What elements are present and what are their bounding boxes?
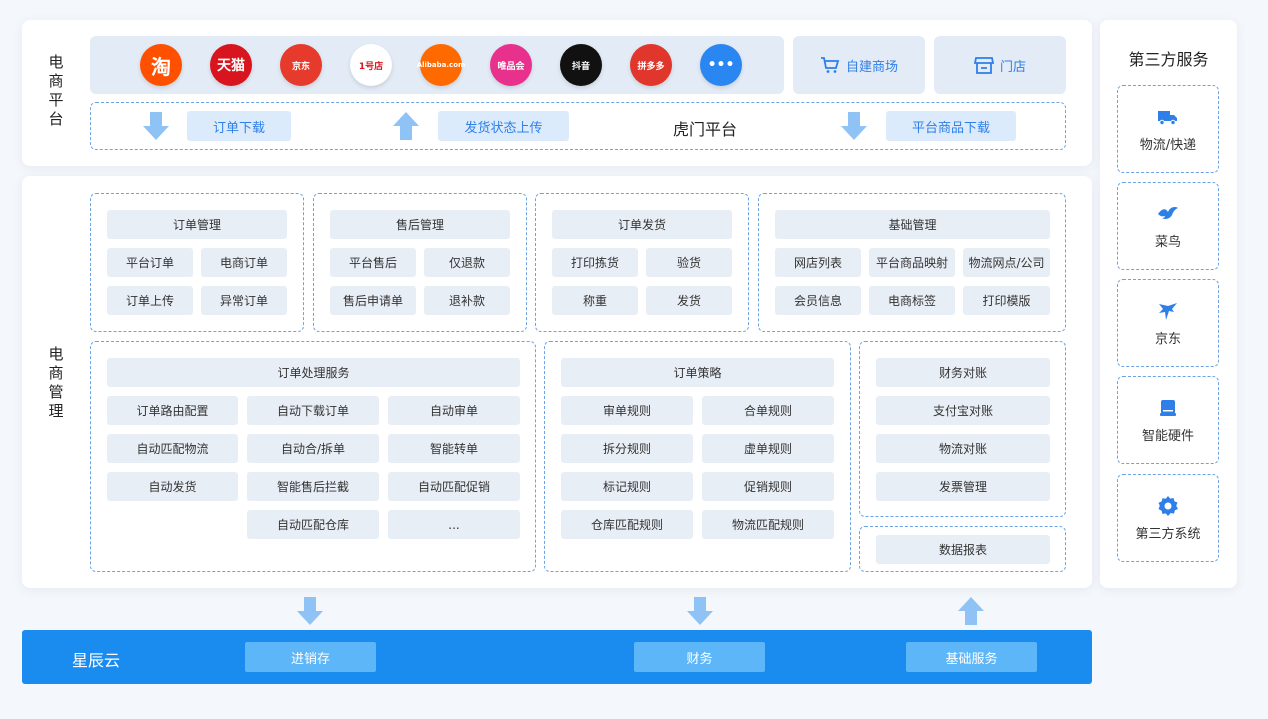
order-ship-title: 订单发货 <box>552 210 732 239</box>
smart-intercept-item[interactable]: 智能售后拦截 <box>247 472 379 501</box>
auto-merge-split-item[interactable]: 自动合/拆单 <box>247 434 379 463</box>
logistics-rule-item[interactable]: 物流匹配规则 <box>702 510 834 539</box>
auto-review-item[interactable]: 自动审单 <box>388 396 520 425</box>
management-label: 电商管理 <box>48 345 64 420</box>
platform-logos-bar: 淘 天猫 京东 1号店 Alibaba.com 唯品会 抖音 拼多多 ••• <box>90 36 784 94</box>
yhd-logo-icon[interactable]: 1号店 <box>350 44 392 86</box>
down-arrow-icon <box>841 112 867 140</box>
cainiao-card[interactable]: 菜鸟 <box>1117 182 1219 270</box>
after-sale-title: 售后管理 <box>330 210 510 239</box>
smart-transfer-item[interactable]: 智能转单 <box>388 434 520 463</box>
basic-service-button[interactable]: 基础服务 <box>906 642 1037 672</box>
xingchen-cloud-title: 星辰云 <box>72 651 121 670</box>
exception-order-item[interactable]: 异常订单 <box>201 286 287 315</box>
logistics-card[interactable]: 物流/快递 <box>1117 85 1219 173</box>
auto-download-item[interactable]: 自动下载订单 <box>247 396 379 425</box>
jd-logo-icon[interactable]: 京东 <box>280 44 322 86</box>
print-template-item[interactable]: 打印模版 <box>963 286 1050 315</box>
more-item[interactable]: ... <box>388 510 520 539</box>
douyin-logo-icon[interactable]: 抖音 <box>560 44 602 86</box>
auto-match-warehouse-item[interactable]: 自动匹配仓库 <box>247 510 379 539</box>
hardware-card[interactable]: 智能硬件 <box>1117 376 1219 464</box>
goods-mapping-item[interactable]: 平台商品映射 <box>869 248 955 277</box>
order-strategy-title: 订单策略 <box>561 358 834 387</box>
promo-rule-item[interactable]: 促销规则 <box>702 472 834 501</box>
taobao-logo-icon[interactable]: 淘 <box>140 44 182 86</box>
finance-button[interactable]: 财务 <box>634 642 765 672</box>
order-mgmt-title: 订单管理 <box>107 210 287 239</box>
order-download-button[interactable]: 订单下载 <box>187 111 291 141</box>
merge-rule-item[interactable]: 合单规则 <box>702 396 834 425</box>
invoice-mgmt-item[interactable]: 发票管理 <box>876 472 1050 501</box>
inspect-item[interactable]: 验货 <box>646 248 732 277</box>
store-icon <box>973 57 994 74</box>
auto-match-promo-item[interactable]: 自动匹配促销 <box>388 472 520 501</box>
ship-item[interactable]: 发货 <box>646 286 732 315</box>
inventory-button[interactable]: 进销存 <box>245 642 376 672</box>
after-sale-request-item[interactable]: 售后申请单 <box>330 286 416 315</box>
down-arrow-icon <box>143 112 169 140</box>
ecommerce-order-item[interactable]: 电商订单 <box>201 248 287 277</box>
ship-status-upload-button[interactable]: 发货状态上传 <box>438 111 569 141</box>
logistics-company-item[interactable]: 物流网点/公司 <box>963 248 1050 277</box>
up-arrow-icon <box>393 112 419 140</box>
review-rule-item[interactable]: 审单规则 <box>561 396 693 425</box>
down-arrow-icon <box>687 597 713 625</box>
hardware-device-icon <box>1157 397 1179 419</box>
platform-order-item[interactable]: 平台订单 <box>107 248 193 277</box>
warehouse-rule-item[interactable]: 仓库匹配规则 <box>561 510 693 539</box>
order-process-title: 订单处理服务 <box>107 358 520 387</box>
jd-dog-icon <box>1157 300 1179 322</box>
alibaba-logo-icon[interactable]: Alibaba.com <box>417 44 465 86</box>
store-button[interactable]: 门店 <box>934 36 1066 94</box>
refund-only-item[interactable]: 仅退款 <box>424 248 510 277</box>
tag-rule-item[interactable]: 标记规则 <box>561 472 693 501</box>
tmall-logo-icon[interactable]: 天猫 <box>210 44 252 86</box>
more-icon[interactable]: ••• <box>700 44 742 86</box>
order-upload-item[interactable]: 订单上传 <box>107 286 193 315</box>
refund-supplement-item[interactable]: 退补款 <box>424 286 510 315</box>
basic-mgmt-title: 基础管理 <box>775 210 1050 239</box>
shop-list-item[interactable]: 网店列表 <box>775 248 861 277</box>
data-report-item[interactable]: 数据报表 <box>876 535 1050 564</box>
virtual-rule-item[interactable]: 虚单规则 <box>702 434 834 463</box>
cart-icon <box>820 57 840 73</box>
third-party-title: 第三方服务 <box>1128 50 1209 69</box>
up-arrow-icon <box>958 597 984 625</box>
alipay-recon-item[interactable]: 支付宝对账 <box>876 396 1050 425</box>
vip-logo-icon[interactable]: 唯品会 <box>490 44 532 86</box>
third-system-card[interactable]: 第三方系统 <box>1117 474 1219 562</box>
truck-icon <box>1157 106 1179 128</box>
pinduoduo-logo-icon[interactable]: 拼多多 <box>630 44 672 86</box>
logistics-recon-item[interactable]: 物流对账 <box>876 434 1050 463</box>
cainiao-bird-icon <box>1157 203 1179 225</box>
member-info-item[interactable]: 会员信息 <box>775 286 861 315</box>
down-arrow-icon <box>297 597 323 625</box>
weigh-item[interactable]: 称重 <box>552 286 638 315</box>
print-pick-item[interactable]: 打印拣货 <box>552 248 638 277</box>
auto-ship-item[interactable]: 自动发货 <box>107 472 238 501</box>
ecommerce-tag-item[interactable]: 电商标签 <box>869 286 955 315</box>
jd-card[interactable]: 京东 <box>1117 279 1219 367</box>
platform-label: 电商平台 <box>48 53 64 128</box>
finance-title: 财务对账 <box>876 358 1050 387</box>
auto-match-logistics-item[interactable]: 自动匹配物流 <box>107 434 238 463</box>
platform-after-sale-item[interactable]: 平台售后 <box>330 248 416 277</box>
split-rule-item[interactable]: 拆分规则 <box>561 434 693 463</box>
goods-download-button[interactable]: 平台商品下载 <box>886 111 1016 141</box>
route-config-item[interactable]: 订单路由配置 <box>107 396 238 425</box>
self-mall-button[interactable]: 自建商场 <box>793 36 925 94</box>
humen-platform-title: 虎门平台 <box>672 120 737 139</box>
gear-icon <box>1157 495 1179 517</box>
